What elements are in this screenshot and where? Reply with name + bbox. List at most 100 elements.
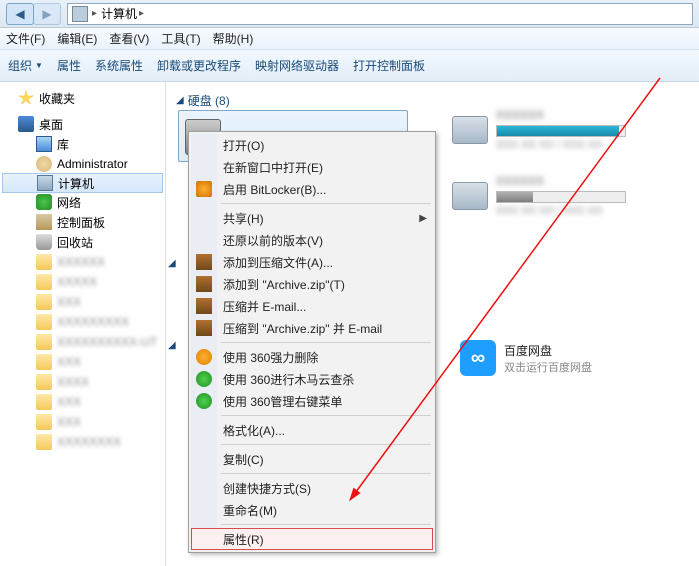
user-icon [36, 156, 52, 172]
chevron-down-icon: ▼ [35, 61, 43, 70]
sidebar-label: 计算机 [58, 175, 94, 192]
nav-forward-button[interactable]: ▶ [33, 3, 61, 25]
ctx-open[interactable]: 打开(O) [191, 134, 433, 156]
sidebar-item-network[interactable]: 网络 [0, 192, 165, 212]
ctx-open-new-window[interactable]: 在新窗口中打开(E) [191, 156, 433, 178]
ctx-label: 使用 360强力删除 [223, 349, 318, 366]
sidebar-item-folder[interactable]: XXXXXXXXX [0, 312, 165, 332]
folder-icon [36, 314, 52, 330]
section-header[interactable]: ◢ [168, 340, 176, 351]
sidebar-item-folder[interactable]: XXXXX [0, 272, 165, 292]
sidebar-item-recycle-bin[interactable]: 回收站 [0, 232, 165, 252]
ctx-rename[interactable]: 重命名(M) [191, 499, 433, 521]
computer-icon [72, 6, 88, 22]
ctx-compress-zip-email[interactable]: 压缩到 "Archive.zip" 并 E-mail [191, 317, 433, 339]
ctx-create-shortcut[interactable]: 创建快捷方式(S) [191, 477, 433, 499]
ctx-360-force-delete[interactable]: 使用 360强力删除 [191, 346, 433, 368]
sidebar-label-blurred: XXXXXXXXXX-UT [57, 335, 157, 349]
library-icon [36, 136, 52, 152]
toolbar-label: 组织 [8, 57, 32, 74]
sidebar-item-folder[interactable]: XXXXXXXXXX-UT [0, 332, 165, 352]
window-titlebar: ◀ ▶ ▸ 计算机 ▸ [0, 0, 699, 28]
ctx-format[interactable]: 格式化(A)... [191, 419, 433, 441]
menu-file[interactable]: 文件(F) [6, 30, 45, 47]
baidu-netdisk-item[interactable]: ∞ 百度网盘 双击运行百度网盘 [460, 340, 592, 376]
sidebar-item-libraries[interactable]: 库 [0, 134, 165, 154]
ctx-label: 创建快捷方式(S) [223, 480, 311, 497]
breadcrumb-label: 计算机 [101, 5, 137, 22]
menu-tools[interactable]: 工具(T) [161, 30, 200, 47]
menu-view[interactable]: 查看(V) [109, 30, 149, 47]
toolbar-map-drive[interactable]: 映射网络驱动器 [255, 57, 339, 74]
sidebar-label-blurred: XXXXXXXX [57, 435, 121, 449]
sidebar-item-folder[interactable]: XXX [0, 292, 165, 312]
sidebar-item-folder[interactable]: XXXXXXXX [0, 432, 165, 452]
star-icon [18, 90, 34, 106]
toolbar-properties[interactable]: 属性 [57, 57, 81, 74]
folder-icon [36, 354, 52, 370]
ctx-share[interactable]: 共享(H)▶ [191, 207, 433, 229]
section-header[interactable]: ◢ [168, 258, 176, 269]
hard-drive-icon [452, 116, 488, 144]
sidebar-label: 回收站 [57, 234, 93, 251]
ctx-copy[interactable]: 复制(C) [191, 448, 433, 470]
folder-icon [36, 434, 52, 450]
ctx-properties[interactable]: 属性(R) [191, 528, 433, 550]
triangle-down-icon: ◢ [168, 340, 176, 351]
sidebar-label-blurred: XXXXX [57, 275, 97, 289]
sidebar-label-blurred: XXXXXXXXX [57, 315, 129, 329]
ctx-compress-email[interactable]: 压缩并 E-mail... [191, 295, 433, 317]
ctx-add-to-zip[interactable]: 添加到 "Archive.zip"(T) [191, 273, 433, 295]
sidebar-item-folder[interactable]: XXX [0, 352, 165, 372]
toolbar-organize[interactable]: 组织 ▼ [8, 57, 43, 74]
ctx-label: 添加到 "Archive.zip"(T) [223, 276, 345, 293]
ctx-enable-bitlocker[interactable]: 启用 BitLocker(B)... [191, 178, 433, 200]
drive-usage-bar [496, 191, 626, 203]
sidebar-item-administrator[interactable]: Administrator [0, 154, 165, 174]
menu-help[interactable]: 帮助(H) [213, 30, 254, 47]
context-menu: 打开(O) 在新窗口中打开(E) 启用 BitLocker(B)... 共享(H… [188, 131, 436, 553]
sidebar-item-folder[interactable]: XXXX [0, 372, 165, 392]
ctx-label: 使用 360管理右键菜单 [223, 393, 342, 410]
chevron-right-icon: ▸ [139, 8, 144, 19]
ctx-label: 重命名(M) [223, 502, 277, 519]
section-label: 硬盘 (8) [188, 92, 230, 109]
ctx-label: 在新窗口中打开(E) [223, 159, 323, 176]
drive-label-blurred: XXXXXX [496, 174, 626, 188]
sidebar-item-folder[interactable]: XXXXXX [0, 252, 165, 272]
drive-item[interactable]: XXXXXX XXX XX XX / XXX XX [452, 174, 626, 217]
sidebar-desktop[interactable]: 桌面 [0, 114, 165, 134]
ctx-360-trojan-scan[interactable]: 使用 360进行木马云查杀 [191, 368, 433, 390]
section-header-drives[interactable]: ◢ 硬盘 (8) [176, 92, 689, 109]
address-bar[interactable]: ▸ 计算机 ▸ [67, 3, 693, 25]
drive-item[interactable]: XXXXXX XXX XX XX / XXX XX [452, 108, 626, 151]
sidebar-item-control-panel[interactable]: 控制面板 [0, 212, 165, 232]
ctx-add-to-archive[interactable]: 添加到压缩文件(A)... [191, 251, 433, 273]
command-bar: 组织 ▼ 属性 系统属性 卸载或更改程序 映射网络驱动器 打开控制面板 [0, 50, 699, 82]
triangle-down-icon: ◢ [176, 95, 184, 106]
sidebar-item-folder[interactable]: XXX [0, 392, 165, 412]
folder-icon [36, 374, 52, 390]
sidebar-item-folder[interactable]: XXX [0, 412, 165, 432]
sidebar-item-computer[interactable]: 计算机 [2, 173, 163, 193]
toolbar-system-properties[interactable]: 系统属性 [95, 57, 143, 74]
recycle-bin-icon [36, 234, 52, 250]
separator [221, 444, 431, 445]
folder-icon [36, 334, 52, 350]
nav-back-button[interactable]: ◀ [6, 3, 34, 25]
menu-edit[interactable]: 编辑(E) [57, 30, 97, 47]
sidebar-label-blurred: XXXXXX [57, 255, 105, 269]
archive-icon [196, 298, 212, 314]
360-icon [196, 371, 212, 387]
ctx-360-rightclick[interactable]: 使用 360管理右键菜单 [191, 390, 433, 412]
ctx-restore-versions[interactable]: 还原以前的版本(V) [191, 229, 433, 251]
breadcrumb-segment[interactable]: 计算机 ▸ [101, 5, 144, 22]
sidebar-label-blurred: XXX [57, 295, 81, 309]
navigation-pane: 收藏夹 桌面 库 Administrator 计算机 网络 [0, 82, 166, 566]
toolbar-open-control-panel[interactable]: 打开控制面板 [353, 57, 425, 74]
ctx-label: 添加到压缩文件(A)... [223, 254, 333, 271]
sidebar-label: Administrator [57, 157, 128, 171]
sidebar-favorites[interactable]: 收藏夹 [0, 88, 165, 108]
drive-subtext-blurred: XXX XX XX / XXX XX [496, 205, 626, 217]
toolbar-uninstall[interactable]: 卸载或更改程序 [157, 57, 241, 74]
